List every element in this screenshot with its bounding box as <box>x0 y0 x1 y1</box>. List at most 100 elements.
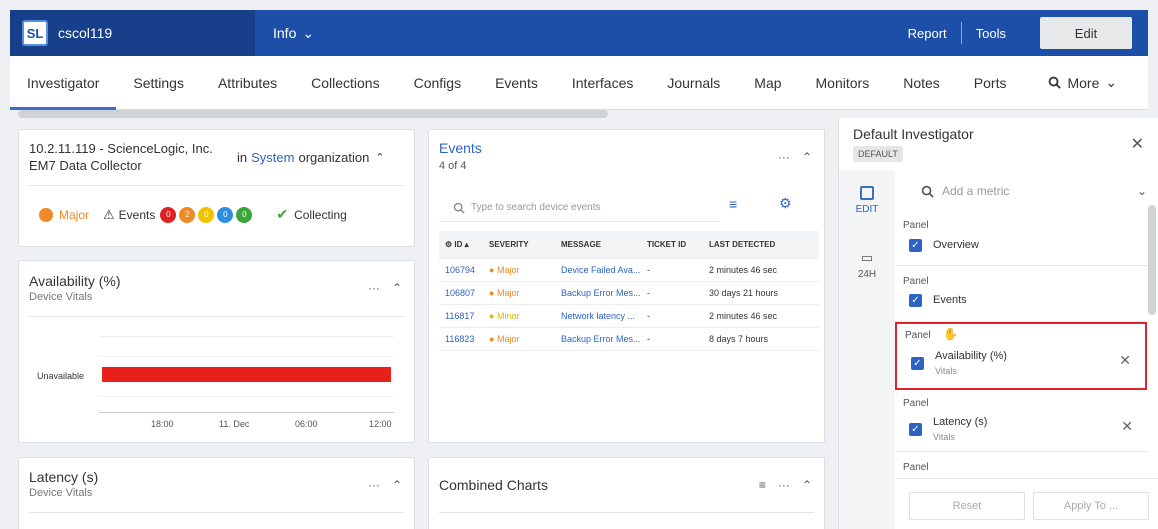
top-bar: SL cscol119 Info ⌄ Report Tools Edit <box>10 10 1148 56</box>
apply-to-button[interactable]: Apply To ... <box>1033 492 1149 520</box>
availability-checkbox[interactable]: ✓ <box>911 357 924 370</box>
horizontal-scrollbar[interactable] <box>18 110 608 118</box>
major-status-icon <box>39 207 53 222</box>
tab-journals[interactable]: Journals <box>650 56 737 110</box>
tab-interfaces[interactable]: Interfaces <box>555 56 650 110</box>
x-tick: 18:00 <box>151 419 174 429</box>
latency-card: Latency (s) Device Vitals ··· ⌃ <box>18 457 415 529</box>
device-name: cscol119 <box>58 25 113 41</box>
panel-item-overview[interactable]: Panel ✓ Overview <box>895 210 1147 266</box>
critical-events-badge[interactable]: 0 <box>160 206 177 223</box>
more-options-icon[interactable]: ··· <box>368 478 380 492</box>
event-message-link[interactable]: Device Failed Ava... <box>561 265 647 275</box>
drag-hand-icon[interactable]: ✋ <box>943 327 958 341</box>
column-header-last-detected[interactable]: LAST DETECTED <box>709 240 819 249</box>
event-message-link[interactable]: Network latency ... <box>561 311 647 321</box>
panel-item-events[interactable]: Panel ✓ Events <box>895 266 1147 322</box>
add-metric-select[interactable]: Add a metric ⌄ <box>903 178 1147 204</box>
more-options-icon[interactable]: ··· <box>778 150 790 164</box>
divider <box>29 512 404 513</box>
events-checkbox[interactable]: ✓ <box>909 294 922 307</box>
tab-settings[interactable]: Settings <box>116 56 201 110</box>
chevron-down-icon[interactable]: ⌄ <box>1137 184 1147 198</box>
remove-panel-icon[interactable]: ✕ <box>1119 352 1131 369</box>
event-last-detected: 30 days 21 hours <box>709 288 779 298</box>
minor-events-badge[interactable]: 0 <box>198 206 215 223</box>
panel-name: Events <box>933 294 967 306</box>
chevron-up-icon[interactable]: ⌃ <box>375 151 384 164</box>
remove-panel-icon[interactable]: ✕ <box>1121 418 1133 435</box>
event-id-link[interactable]: 106794 <box>439 265 489 275</box>
latency-checkbox[interactable]: ✓ <box>909 423 922 436</box>
panel-item-latency[interactable]: Panel ✓ Latency (s) Vitals ✕ <box>895 390 1147 452</box>
chevron-up-icon[interactable]: ⌃ <box>802 478 812 492</box>
event-id-link[interactable]: 116823 <box>439 334 489 344</box>
unavailable-label: Unavailable <box>37 371 85 381</box>
healthy-events-badge[interactable]: 0 <box>236 206 253 223</box>
organization-link[interactable]: System <box>251 150 294 165</box>
panel-item-availability[interactable]: Panel ✋ ✓ Availability (%) Vitals ✕ <box>895 322 1147 390</box>
tools-link[interactable]: Tools <box>962 26 1020 41</box>
events-label: Events <box>118 207 156 222</box>
availability-chart <box>99 336 394 416</box>
column-header-severity[interactable]: SEVERITY <box>489 240 561 249</box>
info-label: Info <box>273 25 297 41</box>
event-id-link[interactable]: 116817 <box>439 311 489 321</box>
table-row[interactable]: 116823 ● Major Backup Error Mes... - 8 d… <box>439 328 819 351</box>
vertical-scrollbar[interactable] <box>1148 205 1156 315</box>
table-row[interactable]: 106794 ● Major Device Failed Ava... - 2 … <box>439 259 819 282</box>
tab-investigator[interactable]: Investigator <box>10 56 117 110</box>
search-icon <box>453 202 465 214</box>
event-message-link[interactable]: Backup Error Mes... <box>561 288 647 298</box>
column-header-message[interactable]: MESSAGE <box>561 240 647 249</box>
chevron-up-icon[interactable]: ⌃ <box>392 281 402 295</box>
status-label: Major <box>59 207 90 222</box>
grid-icon <box>860 186 874 200</box>
tab-ports[interactable]: Ports <box>957 56 1024 110</box>
tab-configs[interactable]: Configs <box>397 56 478 110</box>
time-range-label: 24H <box>857 269 877 280</box>
events-title-link[interactable]: Events <box>439 140 482 156</box>
column-header-id[interactable]: ⚙ ID ▴ <box>439 240 489 249</box>
edit-mode-button[interactable]: EDIT <box>849 186 885 215</box>
event-ticket: - <box>647 265 650 275</box>
more-options-icon[interactable]: ··· <box>778 478 790 492</box>
chevron-up-icon[interactable]: ⌃ <box>392 478 402 492</box>
edit-button[interactable]: Edit <box>1040 17 1132 49</box>
unavailable-bar[interactable] <box>102 367 391 382</box>
event-id-link[interactable]: 106807 <box>439 288 489 298</box>
info-dropdown[interactable]: Info ⌄ <box>273 25 314 42</box>
event-severity: Major <box>496 288 520 298</box>
events-search-input[interactable]: Type to search device events <box>471 202 601 213</box>
table-row[interactable]: 106807 ● Major Backup Error Mes... - 30 … <box>439 282 819 305</box>
panel-name: Latency (s) <box>933 416 988 428</box>
legend-icon[interactable]: ≡ <box>759 478 766 492</box>
tab-collections[interactable]: Collections <box>294 56 396 110</box>
time-range-button[interactable]: ▭ 24H <box>849 250 885 280</box>
panel-label: Panel <box>903 220 929 231</box>
major-events-badge[interactable]: 2 <box>179 206 196 223</box>
close-icon[interactable]: ✕ <box>1131 134 1144 154</box>
tab-map[interactable]: Map <box>737 56 798 110</box>
more-tabs-button[interactable]: More ⌄ <box>1031 56 1134 110</box>
severity-dot-icon: ● <box>489 334 495 344</box>
column-header-ticket[interactable]: TICKET ID <box>647 240 709 249</box>
more-options-icon[interactable]: ··· <box>368 281 380 295</box>
table-row[interactable]: 116817 ● Minor Network latency ... - 2 m… <box>439 305 819 328</box>
list-view-icon[interactable]: ≡ <box>729 196 737 212</box>
event-message-link[interactable]: Backup Error Mes... <box>561 334 647 344</box>
overview-checkbox[interactable]: ✓ <box>909 239 922 252</box>
gear-icon[interactable]: ⚙ <box>779 195 792 212</box>
more-label: More <box>1067 74 1100 91</box>
chevron-up-icon[interactable]: ⌃ <box>802 150 812 164</box>
events-search[interactable]: Type to search device events <box>439 194 719 222</box>
event-severity: Major <box>496 265 520 275</box>
reset-button[interactable]: Reset <box>909 492 1025 520</box>
tab-attributes[interactable]: Attributes <box>201 56 294 110</box>
tab-events[interactable]: Events <box>478 56 555 110</box>
tab-notes[interactable]: Notes <box>886 56 957 110</box>
notice-events-badge[interactable]: 0 <box>217 206 234 223</box>
tab-monitors[interactable]: Monitors <box>799 56 887 110</box>
divider <box>439 512 814 513</box>
report-link[interactable]: Report <box>894 26 961 41</box>
